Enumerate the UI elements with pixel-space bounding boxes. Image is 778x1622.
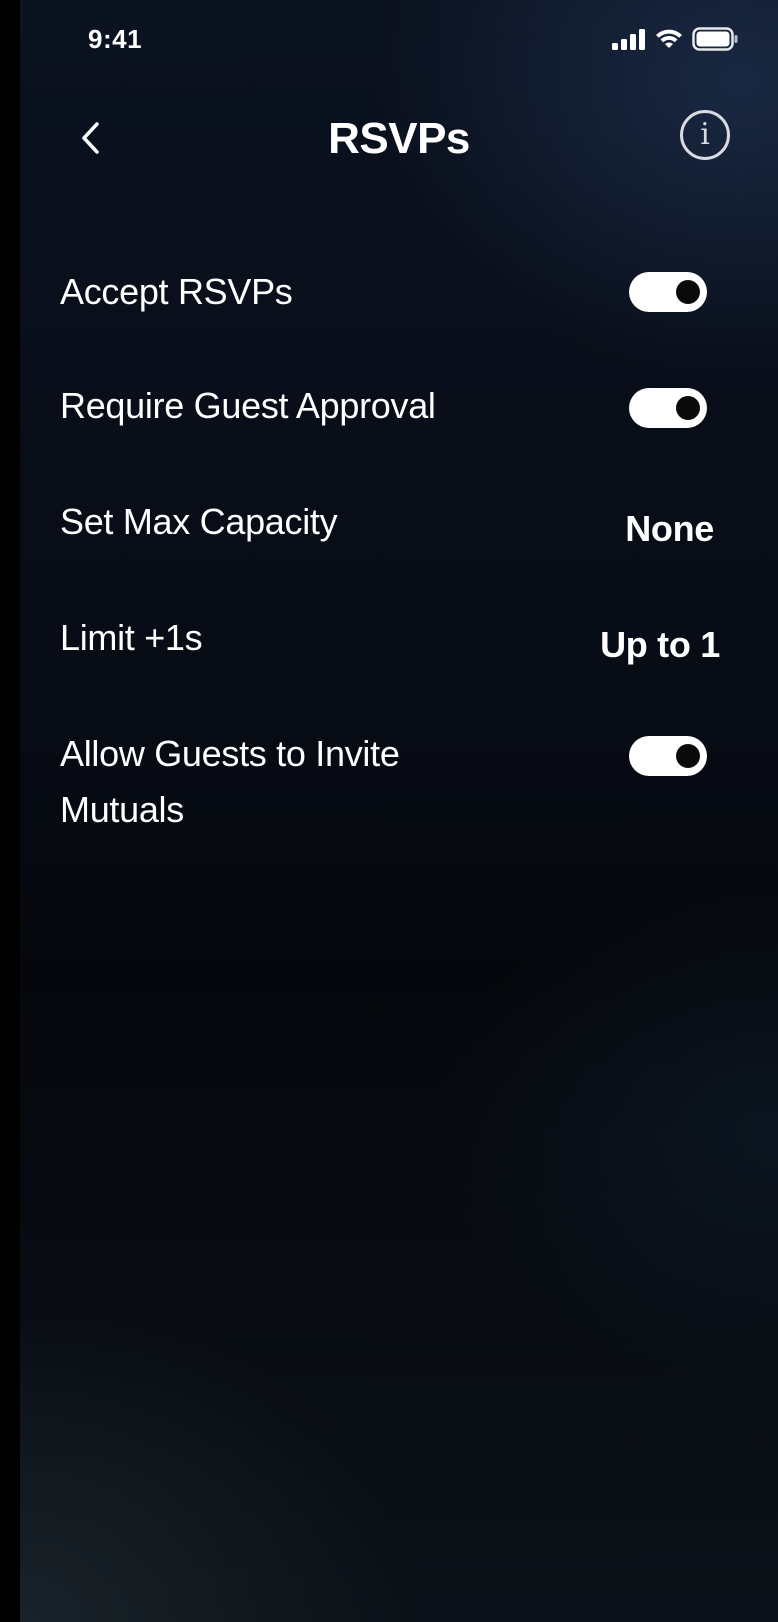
info-button[interactable]: i — [680, 110, 730, 160]
cellular-signal-icon — [612, 29, 645, 50]
toggle-knob — [676, 396, 700, 420]
toggle-knob — [676, 744, 700, 768]
allow-guests-invite-mutuals-toggle[interactable] — [629, 736, 707, 776]
status-icons — [612, 26, 738, 52]
toggle-knob — [676, 280, 700, 304]
accept-rsvps-label: Accept RSVPs — [60, 271, 293, 312]
battery-icon — [692, 27, 738, 51]
allow-guests-invite-mutuals-label-line1: Allow Guests to Invite — [60, 733, 400, 774]
limit-plus-ones-label: Limit +1s — [60, 617, 203, 658]
screen-edge — [0, 0, 20, 1622]
wifi-icon — [656, 29, 682, 48]
limit-plus-ones-value[interactable]: Up to 1 — [600, 624, 720, 666]
max-capacity-label: Set Max Capacity — [60, 501, 338, 542]
rsvp-settings-screen: 9:41 RSVPs i Accept RSVPs Require Guest … — [20, 0, 778, 1622]
allow-guests-invite-mutuals-label-line2: Mutuals — [60, 789, 184, 830]
status-time: 9:41 — [88, 24, 143, 54]
max-capacity-value[interactable]: None — [625, 508, 714, 550]
require-guest-approval-label: Require Guest Approval — [60, 385, 436, 426]
require-guest-approval-toggle[interactable] — [629, 388, 707, 428]
accept-rsvps-toggle[interactable] — [629, 272, 707, 312]
info-icon: i — [700, 117, 710, 152]
page-title: RSVPs — [328, 114, 470, 163]
